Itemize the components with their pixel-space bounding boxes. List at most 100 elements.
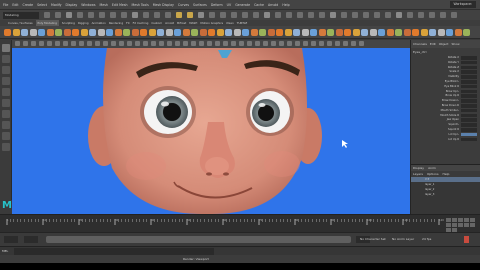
channel-row[interactable]: Visibility: [413, 75, 479, 79]
shelf-tool-icon[interactable]: [301, 29, 309, 36]
channel-tab-object[interactable]: Object: [439, 40, 449, 48]
viewport-tool-icon[interactable]: [39, 41, 44, 46]
viewport-tool-icon[interactable]: [175, 41, 180, 46]
layer-row[interactable]: layer_3: [411, 192, 480, 197]
channel-value-field[interactable]: [461, 99, 477, 103]
shelf-tool-icon[interactable]: [335, 29, 343, 36]
viewport-tool-icon[interactable]: [247, 41, 252, 46]
auto-key-button[interactable]: [464, 236, 469, 243]
viewport-tool-icon[interactable]: [87, 41, 92, 46]
playback-button-icon[interactable]: [452, 218, 457, 222]
menu-item-display[interactable]: Display: [66, 3, 78, 7]
menu-item-cache[interactable]: Cache: [254, 3, 264, 7]
shelf-tool-icon[interactable]: [429, 29, 436, 36]
workspace-selector[interactable]: Workspace:: [449, 1, 476, 8]
tool-icon[interactable]: [2, 77, 10, 85]
channel-value-field[interactable]: [461, 89, 477, 94]
channel-row[interactable]: Brow Up R: [413, 94, 479, 98]
viewport-tool-icon[interactable]: [343, 41, 348, 46]
viewport-tool-icon[interactable]: [135, 41, 140, 46]
shelf-tool-icon[interactable]: [310, 29, 317, 36]
channel-value-field[interactable]: [461, 132, 477, 137]
shelf-tool-icon[interactable]: [80, 29, 88, 36]
viewport-tool-icon[interactable]: [151, 41, 156, 46]
shelf-tool-icon[interactable]: [225, 29, 232, 36]
menu-item-windows[interactable]: Windows: [81, 3, 95, 7]
tool-icon[interactable]: [2, 99, 10, 107]
viewport-tool-icon[interactable]: [327, 41, 332, 46]
viewport-tool-icon[interactable]: [319, 41, 324, 46]
channel-value-field[interactable]: [461, 65, 477, 70]
channel-value-field[interactable]: [461, 80, 477, 84]
viewport-tool-icon[interactable]: [223, 41, 228, 46]
viewport-tool-icon[interactable]: [279, 41, 284, 46]
channel-value-field[interactable]: [461, 118, 477, 122]
shelf-tool-icon[interactable]: [114, 29, 122, 36]
status-icon[interactable]: [143, 12, 149, 18]
shelf-tool-icon[interactable]: [259, 29, 266, 36]
viewport[interactable]: [12, 48, 410, 214]
menu-item-mesh[interactable]: Mesh: [100, 3, 108, 7]
shelf-tool-icon[interactable]: [216, 29, 224, 36]
status-icon[interactable]: [154, 12, 160, 18]
status-icon[interactable]: [198, 12, 204, 18]
channel-row[interactable]: Mouth Smile R: [413, 113, 479, 118]
shelf-tool-icon[interactable]: [21, 29, 28, 36]
status-icon[interactable]: [176, 12, 182, 18]
status-icon[interactable]: [341, 12, 347, 18]
menu-item-generate[interactable]: Generate: [235, 3, 250, 7]
playback-button-icon[interactable]: [470, 223, 475, 227]
viewport-tool-icon[interactable]: [183, 41, 188, 46]
tool-icon[interactable]: [2, 121, 10, 129]
channel-row[interactable]: Lid Up L: [413, 132, 479, 137]
layer-menu-options[interactable]: Options: [427, 172, 439, 176]
viewport-tool-icon[interactable]: [95, 41, 100, 46]
menu-item-curves[interactable]: Curves: [178, 3, 189, 7]
status-icon[interactable]: [429, 12, 435, 18]
shelf-tool-icon[interactable]: [403, 29, 411, 36]
status-icon[interactable]: [418, 12, 424, 18]
playback-start-field[interactable]: [24, 236, 38, 243]
shelf-tool-icon[interactable]: [89, 29, 96, 36]
menu-item-edit-mesh[interactable]: Edit Mesh: [112, 3, 128, 7]
channel-row[interactable]: Mouth Smile L: [413, 108, 479, 113]
mel-label[interactable]: MEL: [2, 248, 8, 255]
status-icon[interactable]: [297, 12, 303, 18]
viewport-tool-icon[interactable]: [335, 41, 340, 46]
shelf-tool-icon[interactable]: [250, 29, 258, 36]
shelf-tool-icon[interactable]: [123, 29, 130, 36]
viewport-tool-icon[interactable]: [111, 41, 116, 46]
viewport-tool-icon[interactable]: [127, 41, 132, 46]
shelf-tool-icon[interactable]: [395, 29, 402, 36]
menu-item-help[interactable]: Help: [282, 3, 289, 7]
channel-row[interactable]: Brow Up L: [413, 89, 479, 94]
viewport-tool-icon[interactable]: [167, 41, 172, 46]
channel-value-field[interactable]: [461, 84, 477, 89]
tool-icon[interactable]: [2, 110, 10, 118]
viewport-tool-icon[interactable]: [359, 41, 364, 46]
status-icon[interactable]: [220, 12, 226, 18]
viewport-tool-icon[interactable]: [207, 41, 212, 46]
status-icon[interactable]: [396, 12, 402, 18]
shelf-tool-icon[interactable]: [29, 29, 37, 36]
shelf-tool-icon[interactable]: [293, 29, 300, 36]
status-icon[interactable]: [121, 12, 127, 18]
playback-button-icon[interactable]: [458, 223, 463, 227]
shelf-tool-icon[interactable]: [97, 29, 105, 36]
channel-tab-show[interactable]: Show: [451, 40, 459, 48]
shelf-tool-icon[interactable]: [4, 29, 11, 36]
status-icon[interactable]: [66, 12, 72, 18]
channel-tab-edit[interactable]: Edit: [430, 40, 436, 48]
status-icon[interactable]: [385, 12, 391, 18]
viewport-tool-icon[interactable]: [271, 41, 276, 46]
shelf-tool-icon[interactable]: [267, 29, 275, 36]
shelf-tool-icon[interactable]: [131, 29, 139, 36]
channel-value-field[interactable]: [461, 70, 477, 74]
channel-tab-channels[interactable]: Channels: [413, 40, 427, 48]
viewport-tool-icon[interactable]: [31, 41, 36, 46]
channel-row[interactable]: Rotate X: [413, 56, 479, 60]
time-slider[interactable]: 1102030405060708090100110120: [0, 214, 480, 232]
shelf-tool-icon[interactable]: [191, 29, 198, 36]
status-icon[interactable]: [264, 12, 270, 18]
status-icon[interactable]: [352, 12, 358, 18]
